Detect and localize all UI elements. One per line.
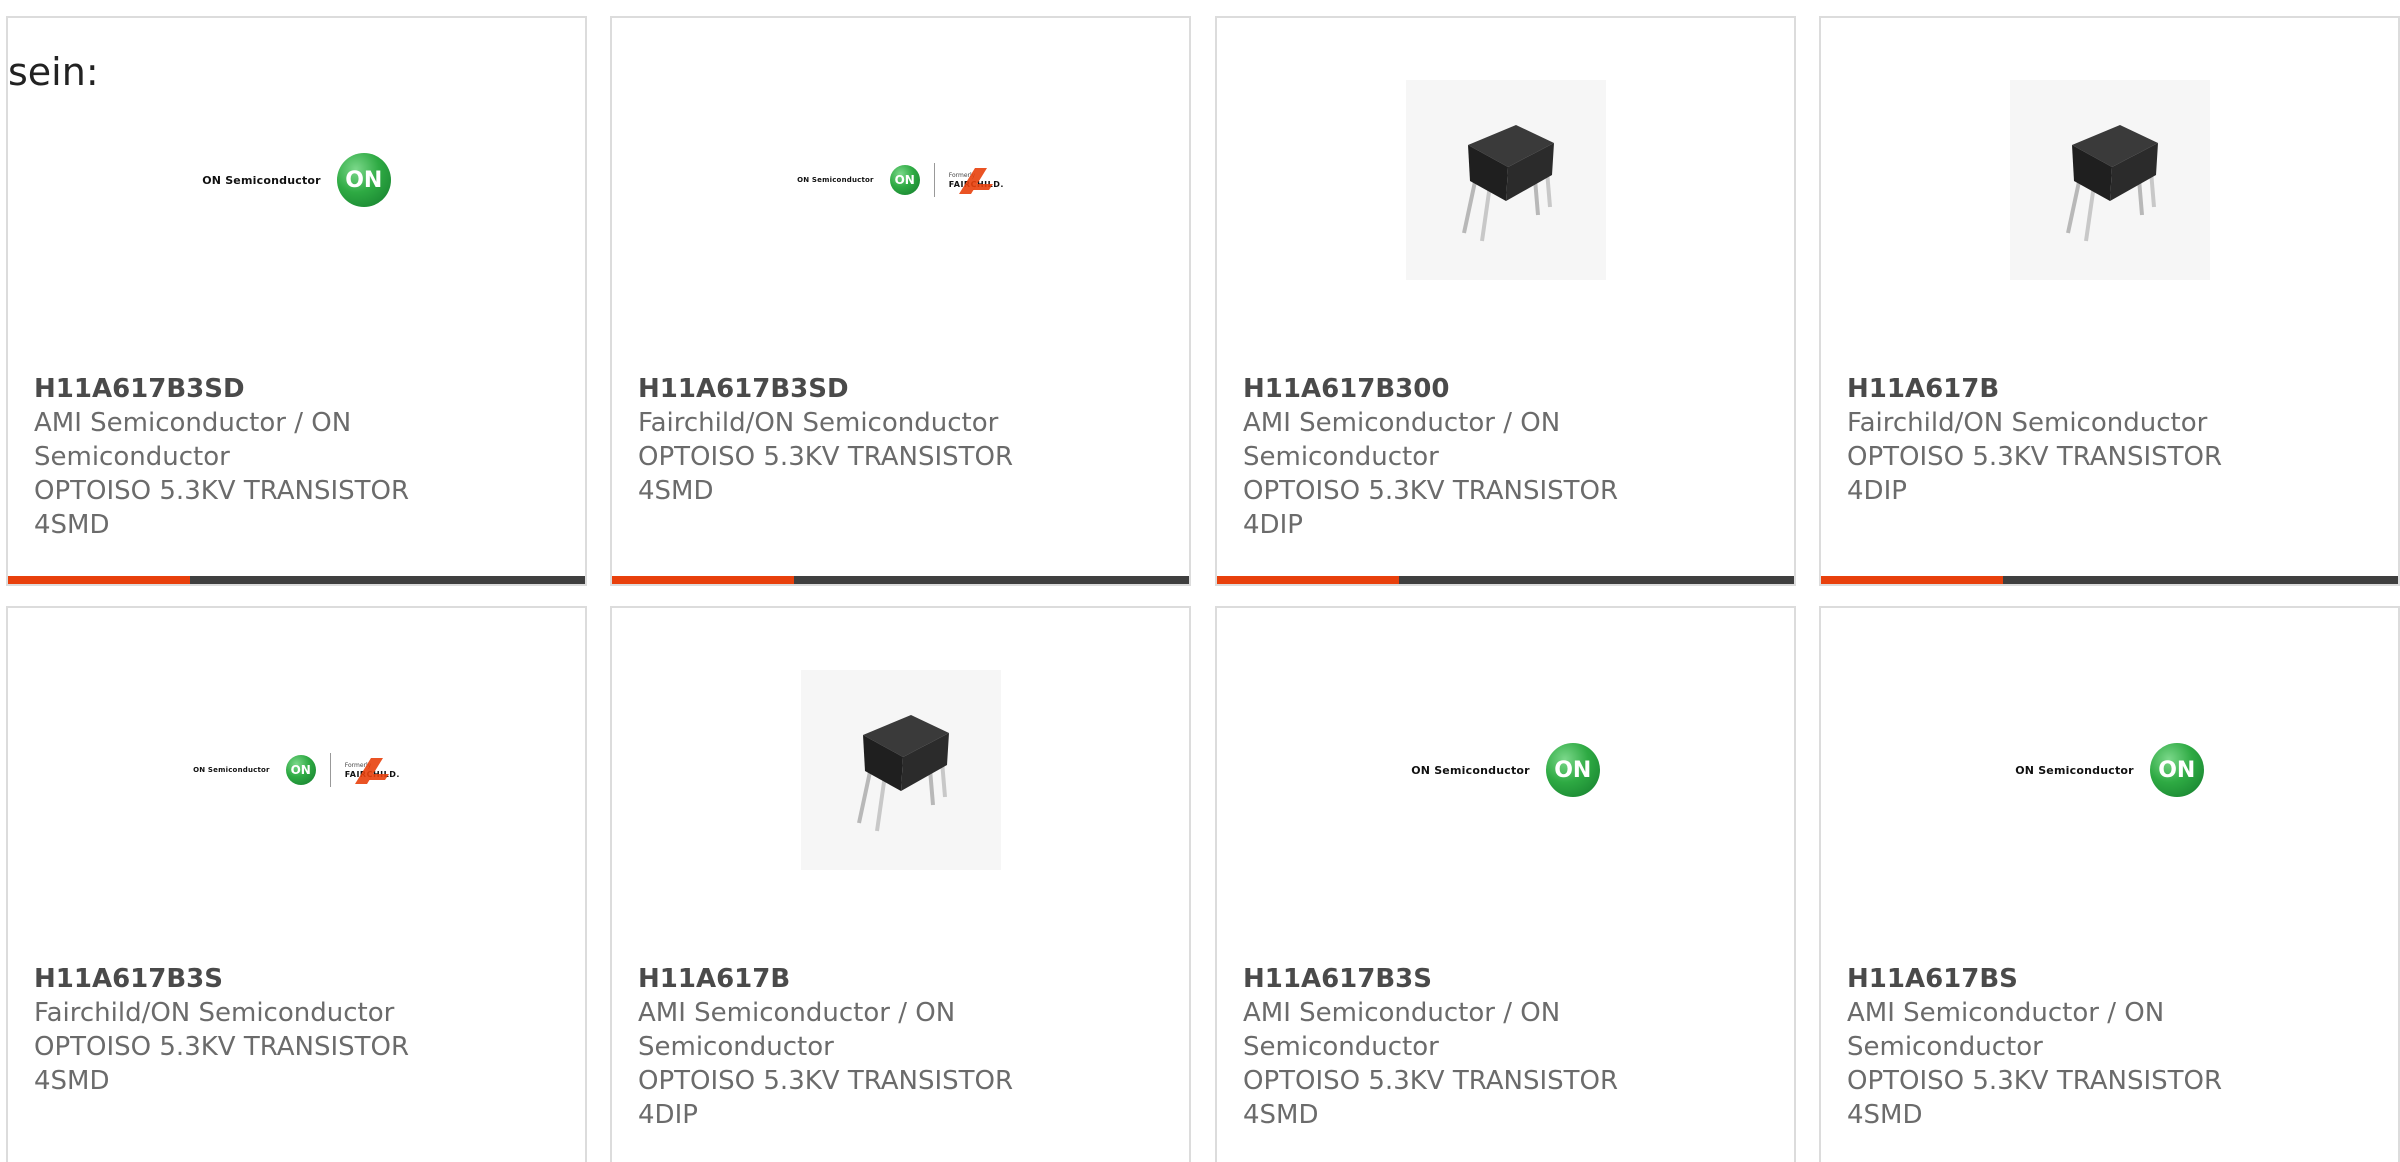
on-fairchild-logo: ON Semiconductor ON FormerlyFAIRCHILD. <box>797 163 1004 197</box>
logo-divider <box>933 163 935 197</box>
product-image[interactable]: ON Semiconductor ON FormerlyFAIRCHILD. <box>8 660 585 880</box>
logo-divider <box>329 753 331 787</box>
part-number-link[interactable]: H11A617B3S <box>1243 962 1768 996</box>
manufacturer-text: AMI Semiconductor / ON Semiconductor <box>1243 408 1561 472</box>
product-grid-page: sein: ON Semiconductor ON H11A617B3SD AMI S… <box>0 0 2400 1162</box>
on-semiconductor-logo: ON Semiconductor ON <box>797 165 920 195</box>
product-grid: ON Semiconductor ON H11A617B3SD AMI Semicon… <box>0 0 2400 1162</box>
on-logo-badge: ON <box>2149 743 2204 797</box>
product-photo <box>2009 80 2210 280</box>
part-number-link[interactable]: H11A617B3S <box>34 962 559 996</box>
fairchild-slash-icon <box>958 167 993 194</box>
product-card[interactable]: H11A617B Fairchild/ON Semiconductor OPTOIS… <box>1819 16 2400 586</box>
on-logo-badge: ON <box>336 153 391 207</box>
logo-wordmark: ON Semiconductor <box>193 766 270 774</box>
description-text: OPTOISO 5.3KV TRANSISTOR 4SMD <box>34 476 410 540</box>
product-photo <box>1405 80 1606 280</box>
dip-chip-icon <box>2065 125 2158 242</box>
product-image[interactable] <box>612 660 1189 880</box>
product-info: H11A617B3S AMI Semiconductor / ON Semicon… <box>1243 962 1768 1132</box>
product-image[interactable] <box>1217 70 1794 290</box>
dip-chip-icon <box>856 715 949 832</box>
card-bar-accent <box>8 576 190 584</box>
on-semiconductor-logo: ON Semiconductor ON <box>202 153 391 207</box>
on-semiconductor-logo: ON Semiconductor ON <box>1411 743 1600 797</box>
product-card[interactable]: ON Semiconductor ON H11A617B3S AMI Semicond… <box>1215 606 1796 1162</box>
fairchild-slash-icon <box>354 757 389 784</box>
product-card[interactable]: ON Semiconductor ON FormerlyFAIRCHILD. H11A… <box>6 606 587 1162</box>
product-info: H11A617B300 AMI Semiconductor / ON Semico… <box>1243 372 1768 542</box>
card-progress-bar <box>1821 576 2398 584</box>
part-number-link[interactable]: H11A617B3SD <box>638 372 1163 406</box>
product-info: H11A617B AMI Semiconductor / ON Semicondu… <box>638 962 1163 1132</box>
part-number-link[interactable]: H11A617BS <box>1847 962 2372 996</box>
manufacturer-text: AMI Semiconductor / ON Semiconductor <box>1847 998 2165 1062</box>
card-bar-accent <box>1217 576 1399 584</box>
part-number-link[interactable]: H11A617B300 <box>1243 372 1768 406</box>
product-image[interactable] <box>1821 70 2398 290</box>
logo-wordmark: ON Semiconductor <box>1411 763 1530 777</box>
dip-chip-icon <box>1461 125 1554 242</box>
product-card[interactable]: H11A617B AMI Semiconductor / ON Semicondu… <box>610 606 1191 1162</box>
description-text: OPTOISO 5.3KV TRANSISTOR 4DIP <box>638 1066 1014 1130</box>
product-card[interactable]: H11A617B300 AMI Semiconductor / ON Semico… <box>1215 16 1796 586</box>
card-bar-accent <box>1821 576 2003 584</box>
product-card[interactable]: ON Semiconductor ON FormerlyFAIRCHILD. H11A… <box>610 16 1191 586</box>
part-number-link[interactable]: H11A617B3SD <box>34 372 559 406</box>
description-text: OPTOISO 5.3KV TRANSISTOR 4SMD <box>638 442 1014 506</box>
on-logo-badge: ON <box>1545 743 1600 797</box>
card-bar-accent <box>612 576 794 584</box>
on-semiconductor-logo: ON Semiconductor ON <box>193 755 316 785</box>
on-logo-badge: ON <box>889 165 920 195</box>
product-info: H11A617B Fairchild/ON Semiconductor OPTOIS… <box>1847 372 2372 508</box>
product-image[interactable]: ON Semiconductor ON <box>8 70 585 290</box>
product-info: H11A617B3S Fairchild/ON Semiconductor OPTO… <box>34 962 559 1098</box>
lead-text: sein: <box>8 50 99 94</box>
logo-wordmark: ON Semiconductor <box>202 173 321 187</box>
manufacturer-text: Fairchild/ON Semiconductor <box>34 998 395 1028</box>
product-info: H11A617B3SD AMI Semiconductor / ON Semico… <box>34 372 559 542</box>
on-logo-badge: ON <box>285 755 316 785</box>
product-image[interactable]: ON Semiconductor ON FormerlyFAIRCHILD. <box>612 70 1189 290</box>
logo-wordmark: ON Semiconductor <box>797 176 874 184</box>
part-number-link[interactable]: H11A617B <box>638 962 1163 996</box>
logo-wordmark: ON Semiconductor <box>2015 763 2134 777</box>
manufacturer-text: Fairchild/ON Semiconductor <box>1847 408 2208 438</box>
manufacturer-text: AMI Semiconductor / ON Semiconductor <box>638 998 956 1062</box>
product-info: H11A617B3SD Fairchild/ON Semiconductor OPT… <box>638 372 1163 508</box>
description-text: OPTOISO 5.3KV TRANSISTOR 4DIP <box>1847 442 2223 506</box>
on-semiconductor-logo: ON Semiconductor ON <box>2015 743 2204 797</box>
card-progress-bar <box>1217 576 1794 584</box>
product-photo <box>800 670 1001 870</box>
product-info: H11A617BS AMI Semiconductor / ON Semicond… <box>1847 962 2372 1132</box>
card-progress-bar <box>8 576 585 584</box>
description-text: OPTOISO 5.3KV TRANSISTOR 4DIP <box>1243 476 1619 540</box>
description-text: OPTOISO 5.3KV TRANSISTOR 4SMD <box>34 1032 410 1096</box>
product-image[interactable]: ON Semiconductor ON <box>1821 660 2398 880</box>
fairchild-mark: FormerlyFAIRCHILD. <box>949 167 1004 194</box>
product-card[interactable]: ON Semiconductor ON H11A617BS AMI Semicondu… <box>1819 606 2400 1162</box>
manufacturer-text: Fairchild/ON Semiconductor <box>638 408 999 438</box>
manufacturer-text: AMI Semiconductor / ON Semiconductor <box>34 408 352 472</box>
part-number-link[interactable]: H11A617B <box>1847 372 2372 406</box>
manufacturer-text: AMI Semiconductor / ON Semiconductor <box>1243 998 1561 1062</box>
description-text: OPTOISO 5.3KV TRANSISTOR 4SMD <box>1847 1066 2223 1130</box>
description-text: OPTOISO 5.3KV TRANSISTOR 4SMD <box>1243 1066 1619 1130</box>
card-progress-bar <box>612 576 1189 584</box>
product-image[interactable]: ON Semiconductor ON <box>1217 660 1794 880</box>
fairchild-mark: FormerlyFAIRCHILD. <box>345 757 400 784</box>
on-fairchild-logo: ON Semiconductor ON FormerlyFAIRCHILD. <box>193 753 400 787</box>
